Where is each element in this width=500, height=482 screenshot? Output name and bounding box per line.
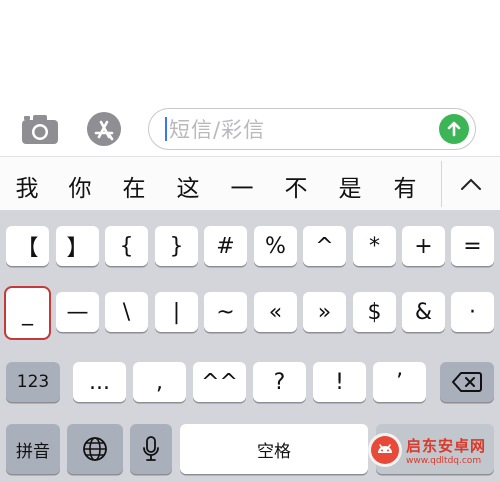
key-hash[interactable]: #	[204, 226, 247, 266]
key-equals[interactable]: =	[451, 226, 494, 266]
key-right-guillemet[interactable]: »	[303, 292, 346, 332]
arrow-up-icon	[447, 121, 461, 137]
key-right-brace[interactable]: }	[155, 226, 198, 266]
key-asterisk[interactable]: *	[353, 226, 396, 266]
camera-icon	[22, 115, 58, 144]
candidate-bar: 我 你 在 这 一 不 是 有	[0, 156, 500, 210]
backspace-icon	[452, 372, 482, 392]
dictation-button[interactable]	[130, 424, 172, 474]
message-placeholder: 短信/彩信	[169, 118, 266, 142]
site-watermark: 启东安卓网 www.qdltdq.com	[368, 424, 500, 476]
text-caret	[165, 117, 167, 141]
key-comma[interactable]: ,	[133, 362, 186, 402]
watermark-logo	[368, 433, 402, 467]
chevron-up-icon	[461, 178, 481, 190]
key-left-brace[interactable]: {	[105, 226, 148, 266]
send-button[interactable]	[439, 114, 469, 144]
key-plus[interactable]: +	[402, 226, 445, 266]
key-apostrophe[interactable]: ’	[373, 362, 426, 402]
watermark-url: www.qdltdq.com	[406, 455, 482, 466]
candidate-word[interactable]: 这	[171, 169, 205, 203]
key-left-bracket[interactable]: 【	[6, 226, 49, 266]
key-pinyin[interactable]: 拼音	[6, 424, 60, 474]
app-store-button[interactable]	[82, 110, 126, 148]
candidate-word[interactable]: 不	[279, 169, 313, 203]
key-123-mode[interactable]: 123	[6, 362, 60, 402]
microphone-icon	[143, 436, 159, 461]
key-caret[interactable]: ^	[303, 226, 346, 266]
message-input-bar: 短信/彩信	[0, 100, 500, 156]
camera-button[interactable]	[18, 110, 62, 148]
key-underscore[interactable]: _	[4, 286, 51, 340]
candidate-word[interactable]: 我	[10, 169, 44, 203]
key-right-bracket[interactable]: 】	[56, 226, 99, 266]
key-pipe[interactable]: |	[155, 292, 198, 332]
key-question[interactable]: ?	[253, 362, 306, 402]
candidate-word[interactable]: 在	[117, 169, 151, 203]
watermark-name: 启东安卓网	[406, 436, 487, 455]
candidate-word[interactable]: 你	[63, 169, 97, 203]
key-ellipsis[interactable]: ...	[73, 362, 126, 402]
key-dollar[interactable]: $	[353, 292, 396, 332]
key-left-guillemet[interactable]: «	[254, 292, 297, 332]
candidate-divider	[441, 161, 442, 207]
key-ampersand[interactable]: &	[402, 292, 445, 332]
candidate-word[interactable]: 有	[388, 169, 422, 203]
key-em-dash[interactable]: —	[56, 292, 99, 332]
key-exclamation[interactable]: !	[313, 362, 366, 402]
candidate-word[interactable]: 一	[225, 169, 259, 203]
expand-candidates-button[interactable]	[448, 169, 494, 199]
key-backslash[interactable]: \	[105, 292, 148, 332]
delete-button[interactable]	[440, 362, 494, 402]
key-tilde[interactable]: ~	[204, 292, 247, 332]
candidate-word[interactable]: 是	[333, 169, 367, 203]
key-percent[interactable]: %	[254, 226, 297, 266]
globe-button[interactable]	[67, 424, 123, 474]
key-middle-dot[interactable]: ·	[451, 292, 494, 332]
android-logo-icon	[371, 436, 399, 464]
space-bar[interactable]: 空格	[180, 424, 368, 474]
app-store-icon	[87, 112, 121, 146]
globe-icon	[83, 437, 107, 461]
key-kaomoji[interactable]: ^^	[193, 362, 246, 402]
message-input[interactable]: 短信/彩信	[148, 108, 476, 150]
watermark-text: 启东安卓网 www.qdltdq.com	[406, 435, 486, 466]
